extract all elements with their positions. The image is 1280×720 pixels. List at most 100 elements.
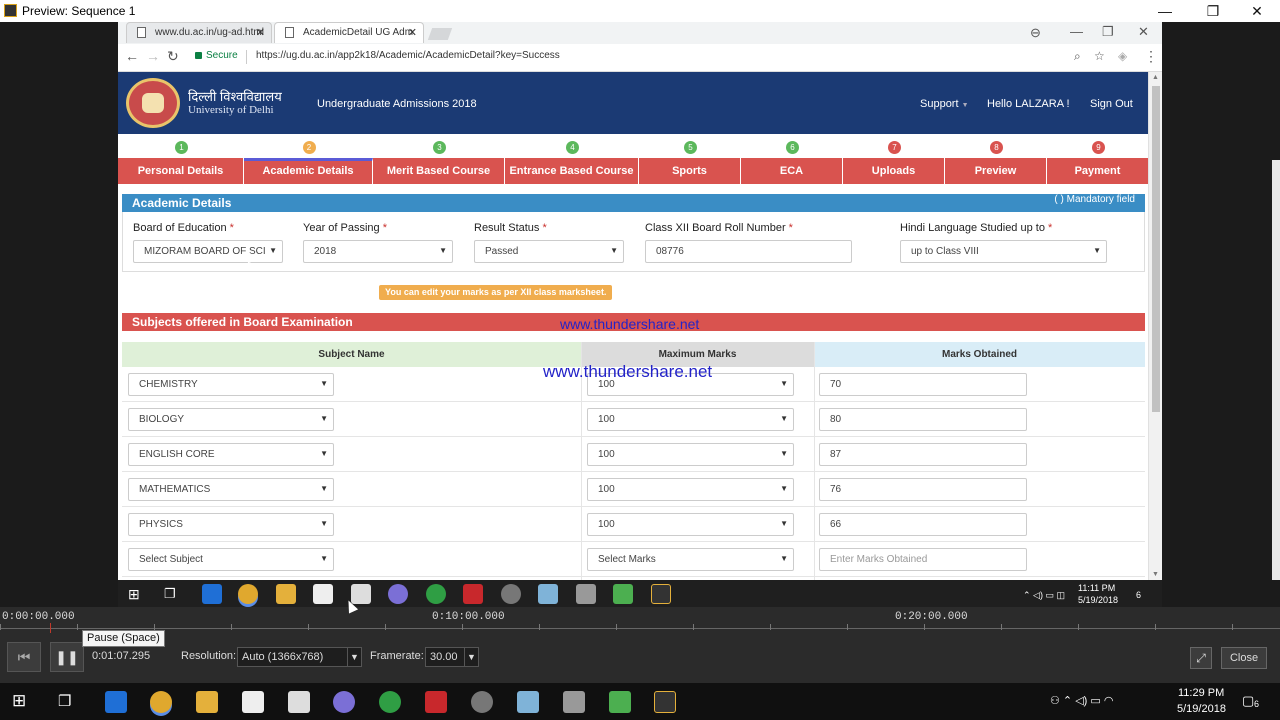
reload-icon[interactable]: ↻ [167,48,179,65]
framerate-select[interactable]: 30.00 ▼ [425,647,479,667]
signout-link[interactable]: Sign Out [1090,98,1133,110]
resolution-label: Resolution: [181,650,237,662]
extension-icon[interactable]: ◈ [1118,49,1127,63]
step-payment[interactable]: 9 Payment [1047,134,1149,186]
omnibox[interactable]: Secure https://ug.du.ac.in/app2k18/Acade… [186,46,1088,68]
subject-select[interactable]: PHYSICS ▼ [128,513,334,536]
windows-start-icon[interactable]: ⊞ [128,586,140,603]
minimize-button[interactable]: — [1142,0,1188,22]
store-icon[interactable] [313,584,333,604]
pause-button[interactable]: ❚❚ [50,642,84,672]
task-view-icon[interactable]: ❐ [58,692,71,710]
chrome-icon[interactable] [238,584,258,604]
restore-button[interactable]: ❐ [1190,0,1236,22]
folder-icon[interactable] [276,584,296,604]
edge-icon[interactable] [105,691,127,713]
movie-maker-icon[interactable] [654,691,676,713]
step-personal-details[interactable]: 1 Personal Details [118,134,244,186]
subject-select[interactable]: CHEMISTRY ▼ [128,373,334,396]
support-menu[interactable]: Support ▼ [920,98,969,110]
camtasia-icon[interactable] [613,584,633,604]
fullscreen-icon[interactable]: ⤢ [1190,647,1212,669]
notification-icon[interactable]: ▢ [1242,693,1254,709]
app-icon[interactable] [517,691,539,713]
tray-icons[interactable]: ⚇ ⌃ ◁) ▭ ◠ [1050,694,1113,707]
app-icon[interactable] [563,691,585,713]
tab-close-icon[interactable]: ✕ [256,26,265,39]
back-icon[interactable]: ← [125,48,139,64]
app-icon[interactable] [501,584,521,604]
resolution-select[interactable]: Auto (1366x768) ▼ [237,647,362,667]
scroll-up-icon[interactable]: ▲ [1152,74,1159,81]
browser-icon[interactable] [426,584,446,604]
notification-badge[interactable]: 6 [1136,590,1141,600]
max-marks-select[interactable]: 100 ▼ [587,408,794,431]
skip-start-button[interactable]: ⏮ [7,642,41,672]
subject-select[interactable]: Select Subject ▼ [128,548,334,571]
marks-obtained-input[interactable]: 80 [819,408,1027,431]
step-entrance-based-course[interactable]: 4 Entrance Based Course [505,134,639,186]
url-text[interactable]: https://ug.du.ac.in/app2k18/Academic/Aca… [256,50,560,61]
tab-close-icon[interactable]: ✕ [408,26,417,39]
mail-icon[interactable] [288,691,310,713]
task-view-icon[interactable]: ❐ [164,586,176,602]
app-icon[interactable] [471,691,493,713]
marks-obtained-input[interactable]: 87 [819,443,1027,466]
result-select[interactable]: Passed ▼ [474,240,624,263]
subject-select[interactable]: MATHEMATICS ▼ [128,478,334,501]
new-tab-button[interactable] [427,28,453,40]
max-marks-select[interactable]: 100 ▼ [587,443,794,466]
marks-obtained-input[interactable]: 76 [819,478,1027,501]
subject-select[interactable]: BIOLOGY ▼ [128,408,334,431]
page-scrollbar[interactable]: ▲ ▼ [1148,72,1162,580]
tray-icons[interactable]: ⌃ ◁) ▭ ◫ [1023,590,1065,601]
step-merit-based-course[interactable]: 3 Merit Based Course [373,134,505,186]
chrome-icon[interactable] [150,691,172,713]
profile-icon[interactable]: ⊖ [1030,25,1041,41]
browser-icon[interactable] [379,691,401,713]
pdf-icon[interactable] [463,584,483,604]
app-icon[interactable] [388,584,408,604]
browser-close-button[interactable]: ✕ [1138,24,1149,40]
max-marks-select[interactable]: Select Marks ▼ [587,548,794,571]
close-window-button[interactable]: ✕ [1234,0,1280,22]
timeline[interactable]: 0:00:00.000 0:10:00.000 0:20:00.000 [0,607,1280,633]
roll-number-input[interactable]: 08776 [645,240,852,263]
folder-icon[interactable] [196,691,218,713]
year-select[interactable]: 2018 ▼ [303,240,453,263]
browser-minimize-button[interactable]: — [1070,24,1083,39]
app-icon[interactable] [538,584,558,604]
playhead[interactable] [50,623,51,633]
subject-select[interactable]: ENGLISH CORE ▼ [128,443,334,466]
store-icon[interactable] [242,691,264,713]
close-button[interactable]: Close [1221,647,1267,669]
bookmark-star-icon[interactable]: ☆ [1094,49,1105,63]
browser-tab-active[interactable]: AcademicDetail UG Adm ✕ [274,22,424,43]
camtasia-icon[interactable] [609,691,631,713]
max-marks-select[interactable]: 100 ▼ [587,478,794,501]
forward-icon[interactable]: → [146,48,160,64]
max-marks-select[interactable]: 100 ▼ [587,513,794,536]
scroll-down-icon[interactable]: ▼ [1152,571,1159,578]
board-select[interactable]: MIZORAM BOARD OF SCI ▼ [133,240,283,263]
marks-obtained-input[interactable]: 66 [819,513,1027,536]
step-eca[interactable]: 6 ECA [741,134,843,186]
edge-icon[interactable] [202,584,222,604]
step-sports[interactable]: 5 Sports [639,134,741,186]
scroll-thumb[interactable] [1152,86,1160,412]
marks-obtained-input[interactable]: Enter Marks Obtained [819,548,1027,571]
pdf-icon[interactable] [425,691,447,713]
zoom-icon[interactable]: ⌕ [1074,49,1081,64]
step-preview[interactable]: 8 Preview [945,134,1047,186]
movie-maker-icon[interactable] [651,584,671,604]
step-academic-details[interactable]: 2 Academic Details [244,134,373,186]
menu-icon[interactable]: ⋮ [1144,48,1158,65]
browser-tab[interactable]: www.du.ac.in/ug-ad.html ✕ [126,22,272,43]
windows-start-icon[interactable]: ⊞ [12,691,26,711]
hindi-select[interactable]: up to Class VIII ▼ [900,240,1107,263]
marks-obtained-input[interactable]: 70 [819,373,1027,396]
app-icon[interactable] [576,584,596,604]
step-uploads[interactable]: 7 Uploads [843,134,945,186]
browser-restore-button[interactable]: ❐ [1102,24,1114,40]
app-icon[interactable] [333,691,355,713]
